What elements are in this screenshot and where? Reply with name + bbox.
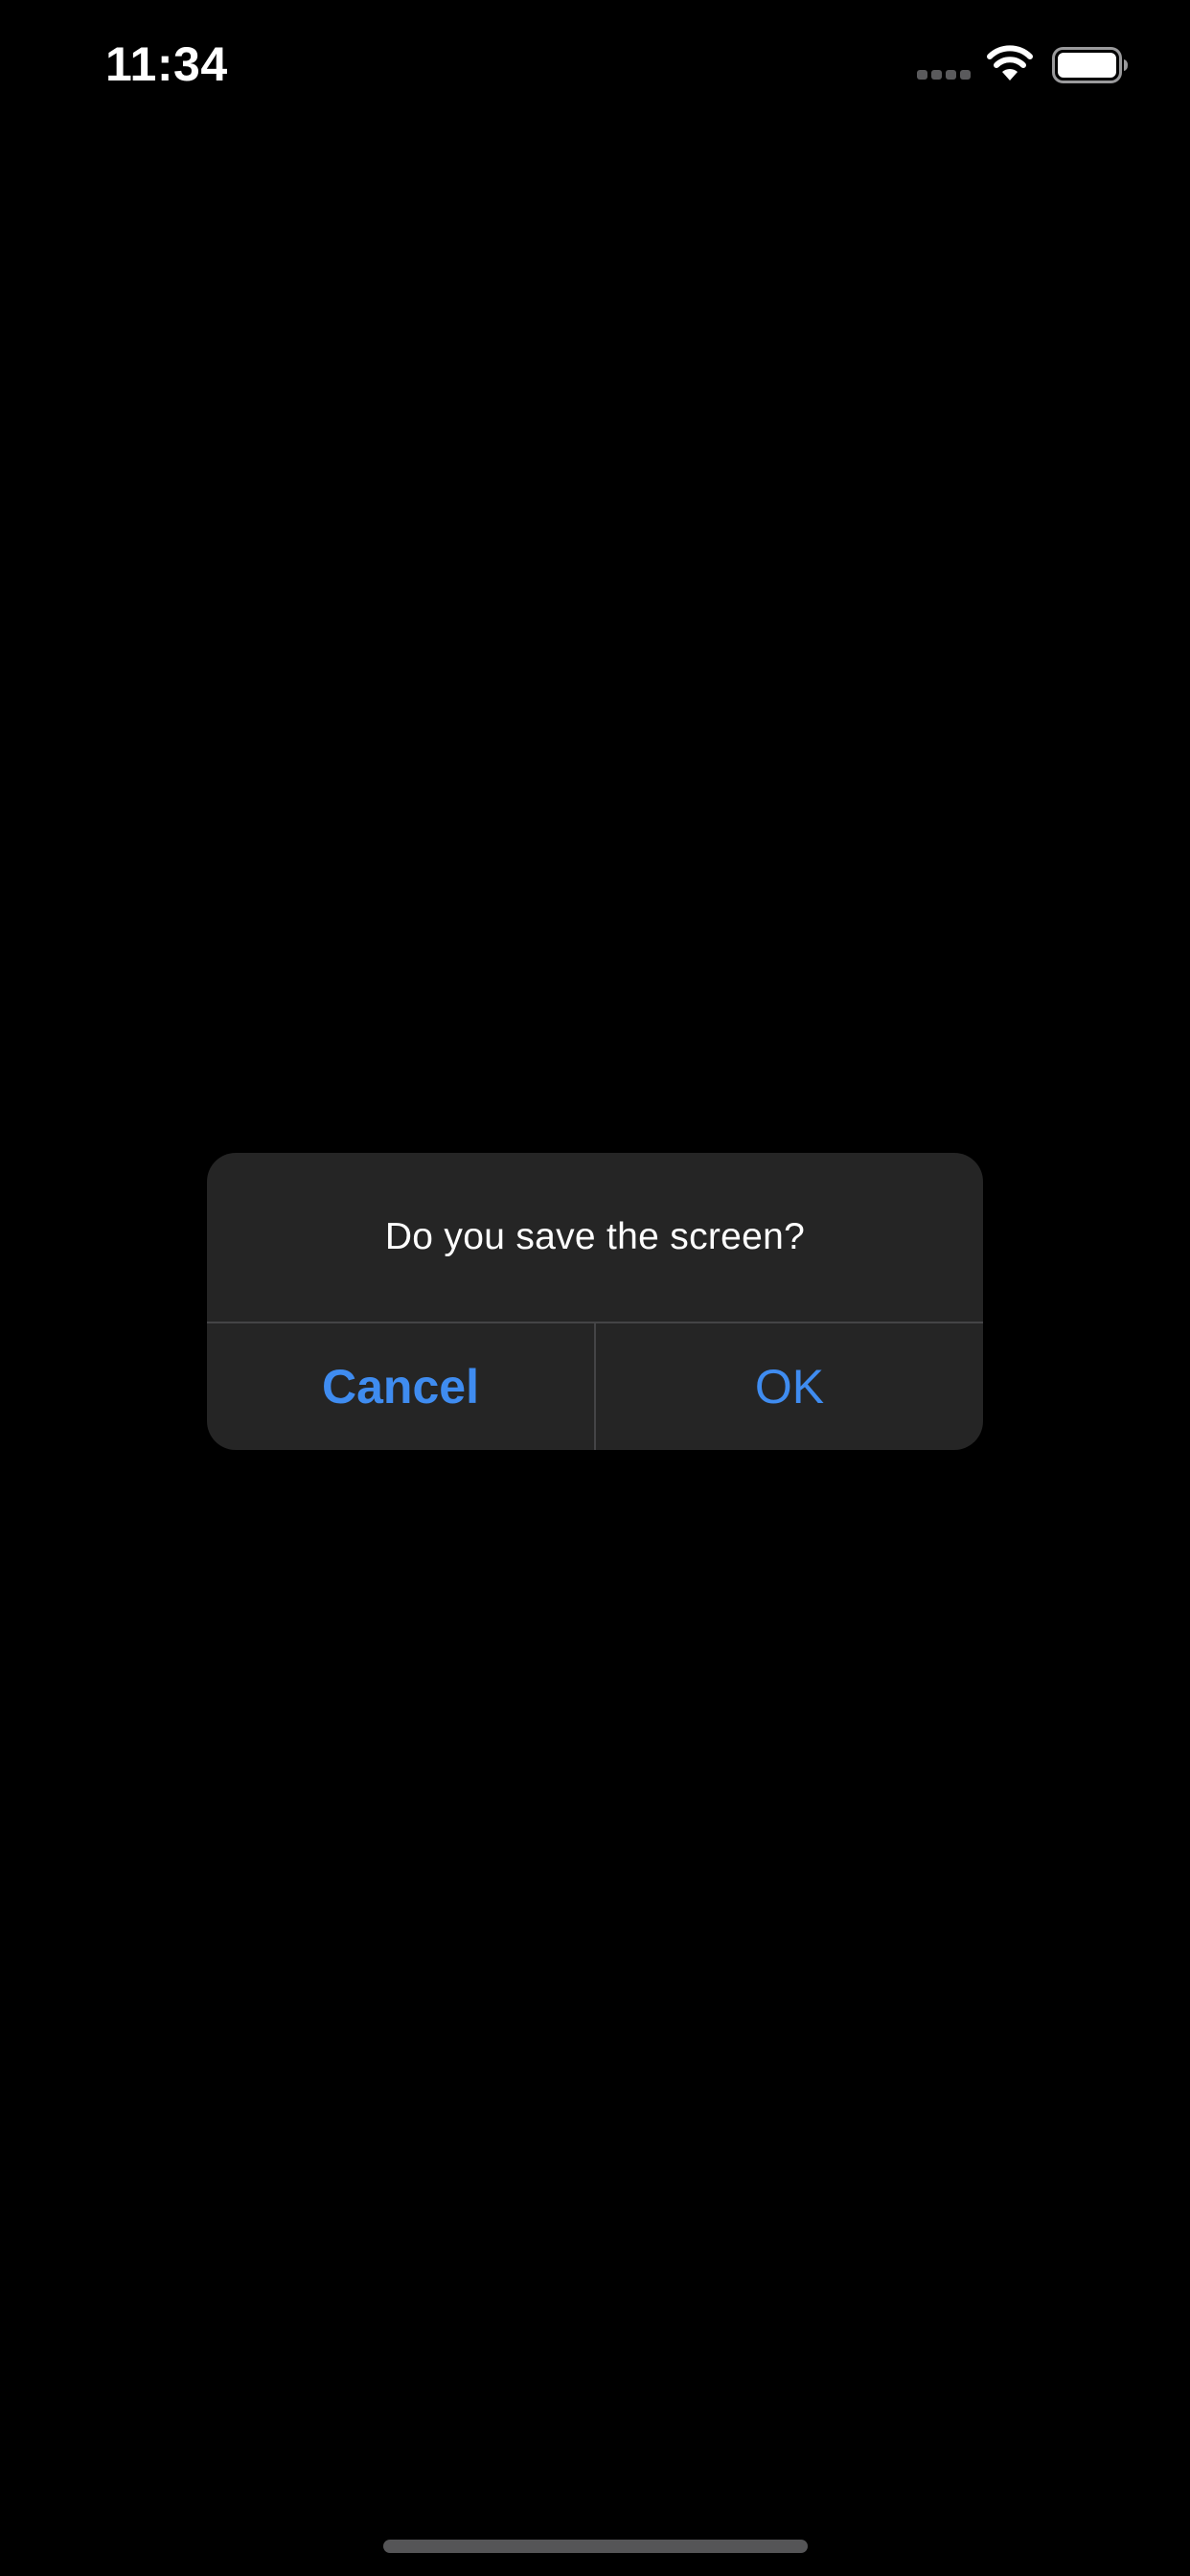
cancel-button[interactable]: Cancel <box>207 1323 594 1450</box>
status-time: 11:34 <box>105 37 228 91</box>
battery-icon <box>1052 47 1128 83</box>
status-bar: 11:34 <box>0 0 1190 134</box>
save-alert-dialog: Do you save the screen? Cancel OK <box>207 1153 983 1450</box>
ok-button[interactable]: OK <box>596 1323 983 1450</box>
cellular-signal-icon <box>917 70 971 80</box>
wifi-icon <box>987 45 1033 80</box>
alert-message: Do you save the screen? <box>384 1216 806 1257</box>
home-indicator[interactable] <box>383 2540 808 2553</box>
